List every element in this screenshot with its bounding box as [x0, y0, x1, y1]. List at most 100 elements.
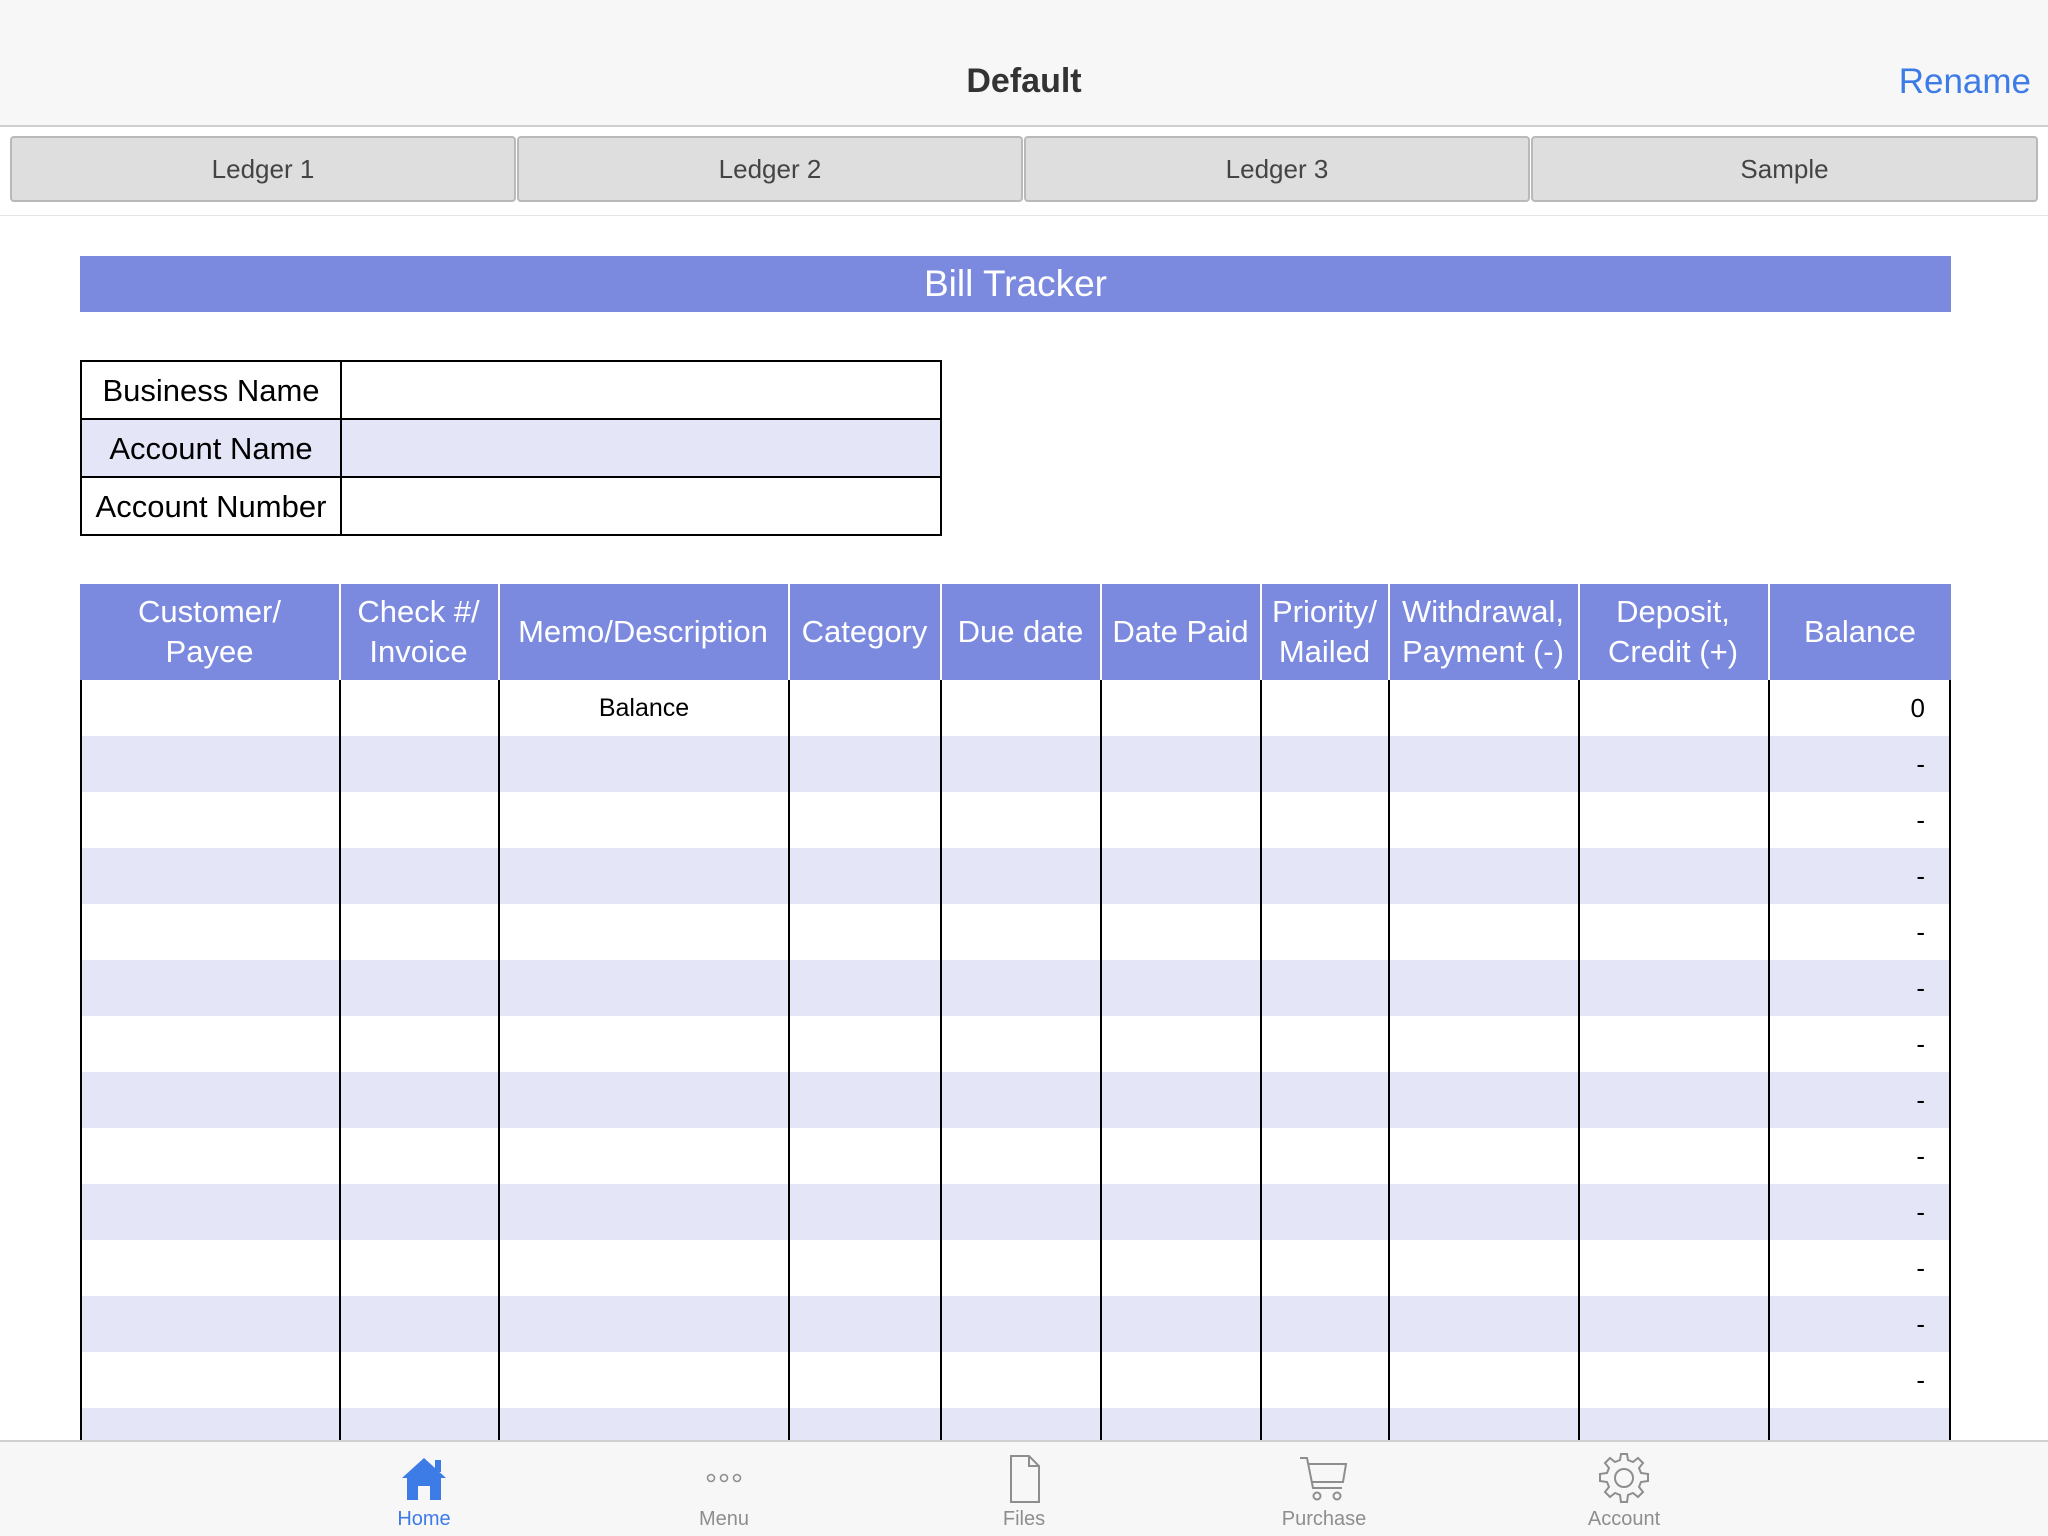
memo-cell[interactable]: [500, 1016, 788, 1072]
tab-account-label: Account: [1587, 1508, 1661, 1530]
account-number-field[interactable]: [342, 478, 940, 536]
table-row[interactable]: -: [80, 1352, 1951, 1408]
header-check-invoice: Check #/Invoice: [357, 594, 480, 669]
header-deposit-credit: Deposit, Credit (+): [1607, 594, 1739, 669]
rename-button[interactable]: Rename: [1899, 62, 2031, 102]
tab-ledger-2[interactable]: Ledger 2: [517, 136, 1023, 202]
balance-cell: -: [1916, 916, 1925, 947]
tab-ledger-1[interactable]: Ledger 1: [10, 136, 516, 202]
grid-line: [1768, 680, 1770, 1440]
grid-line: [940, 680, 942, 1440]
grid-line: [339, 680, 341, 1440]
grid-line: [1578, 680, 1580, 1440]
header-separator: [1578, 584, 1580, 680]
business-name-row: Business Name: [82, 362, 940, 420]
memo-cell[interactable]: [500, 848, 788, 904]
grid-line: [498, 680, 500, 1440]
header-separator: [498, 584, 500, 680]
header-memo-description: Memo/Description: [518, 614, 768, 649]
tab-home-label: Home: [397, 1508, 451, 1530]
ledger-tab-bar: Ledger 1 Ledger 2 Ledger 3 Sample: [0, 128, 2048, 216]
account-number-label: Account Number: [95, 489, 327, 524]
header-withdrawal-payment: Withdrawal, Payment (-): [1402, 594, 1564, 669]
grid-line: [1388, 680, 1390, 1440]
balance-cell: -: [1916, 1364, 1925, 1395]
balance-cell: -: [1916, 804, 1925, 835]
account-info-table: Business Name Account Name Account Numbe…: [80, 360, 942, 536]
memo-cell[interactable]: [500, 1408, 788, 1440]
table-row[interactable]: Balance 0: [80, 680, 1951, 736]
table-row[interactable]: -: [80, 1016, 1951, 1072]
table-row[interactable]: -: [80, 1240, 1951, 1296]
header-separator: [1260, 584, 1262, 680]
file-icon: [1010, 1455, 1040, 1503]
memo-cell[interactable]: [500, 792, 788, 848]
account-name-row: Account Name: [82, 420, 940, 478]
tab-ledger-3[interactable]: Ledger 3: [1024, 136, 1530, 202]
balance-cell: -: [1916, 1140, 1925, 1171]
tab-sample[interactable]: Sample: [1531, 136, 2038, 202]
table-row[interactable]: -: [80, 1072, 1951, 1128]
table-row[interactable]: -: [80, 904, 1951, 960]
header-priority-mailed: Priority/Mailed: [1271, 594, 1378, 669]
table-row[interactable]: -: [80, 848, 1951, 904]
balance-cell: 0: [1910, 692, 1925, 723]
memo-cell[interactable]: [500, 960, 788, 1016]
memo-cell[interactable]: [500, 904, 788, 960]
grid-line: [80, 680, 82, 1440]
header-separator: [940, 584, 942, 680]
page-title: Default: [966, 62, 1082, 100]
balance-cell: [1770, 1408, 1949, 1440]
table-row[interactable]: -: [80, 1128, 1951, 1184]
balance-cell: -: [1916, 1028, 1925, 1059]
table-row[interactable]: -: [80, 736, 1951, 792]
header-separator: [1388, 584, 1390, 680]
memo-cell[interactable]: [500, 1296, 788, 1352]
memo-cell[interactable]: [500, 1072, 788, 1128]
tab-files-label: Files: [1002, 1508, 1046, 1530]
ledger-table: Customer/Payee Check #/Invoice Memo/Desc…: [80, 584, 1951, 1440]
memo-cell[interactable]: Balance: [500, 680, 788, 736]
grid-line: [1260, 680, 1262, 1440]
grid-line: [788, 680, 790, 1440]
gear-icon: [1599, 1453, 1649, 1503]
table-row[interactable]: -: [80, 1184, 1951, 1240]
balance-cell: -: [1916, 1084, 1925, 1115]
navigation-bar: Default Rename: [0, 0, 2048, 127]
header-due-date: Due date: [957, 614, 1084, 649]
header-category: Category: [801, 614, 928, 649]
tab-home[interactable]: Home: [344, 1442, 504, 1536]
memo-cell[interactable]: [500, 736, 788, 792]
table-row[interactable]: -: [80, 960, 1951, 1016]
balance-cell: -: [1916, 748, 1925, 779]
table-row[interactable]: [80, 1408, 1951, 1440]
balance-cell: -: [1916, 860, 1925, 891]
header-balance: Balance: [1803, 614, 1917, 649]
memo-cell[interactable]: [500, 1240, 788, 1296]
tab-menu[interactable]: Menu: [644, 1442, 804, 1536]
account-number-row: Account Number: [82, 478, 940, 536]
tab-menu-label: Menu: [698, 1508, 750, 1530]
tab-purchase[interactable]: Purchase: [1244, 1442, 1404, 1536]
memo-cell[interactable]: [500, 1184, 788, 1240]
tab-files[interactable]: Files: [944, 1442, 1104, 1536]
sheet-title: Bill Tracker: [80, 256, 1951, 312]
business-name-field[interactable]: [342, 362, 940, 420]
grid-line: [1949, 680, 1951, 1440]
header-separator: [339, 584, 341, 680]
divider: [340, 362, 342, 534]
balance-cell: -: [1916, 1252, 1925, 1283]
business-name-label: Business Name: [102, 373, 320, 408]
tab-account[interactable]: Account: [1544, 1442, 1704, 1536]
memo-cell[interactable]: [500, 1352, 788, 1408]
bottom-tab-bar: Home Menu Files Purchase Account: [0, 1440, 2048, 1536]
memo-cell[interactable]: [500, 1128, 788, 1184]
home-icon: [402, 1458, 446, 1500]
table-row[interactable]: -: [80, 792, 1951, 848]
table-row[interactable]: -: [80, 1296, 1951, 1352]
account-name-field[interactable]: [342, 420, 940, 478]
cart-icon: [1300, 1457, 1348, 1501]
account-name-label: Account Name: [109, 431, 313, 466]
header-separator: [788, 584, 790, 680]
tab-purchase-label: Purchase: [1281, 1508, 1367, 1530]
